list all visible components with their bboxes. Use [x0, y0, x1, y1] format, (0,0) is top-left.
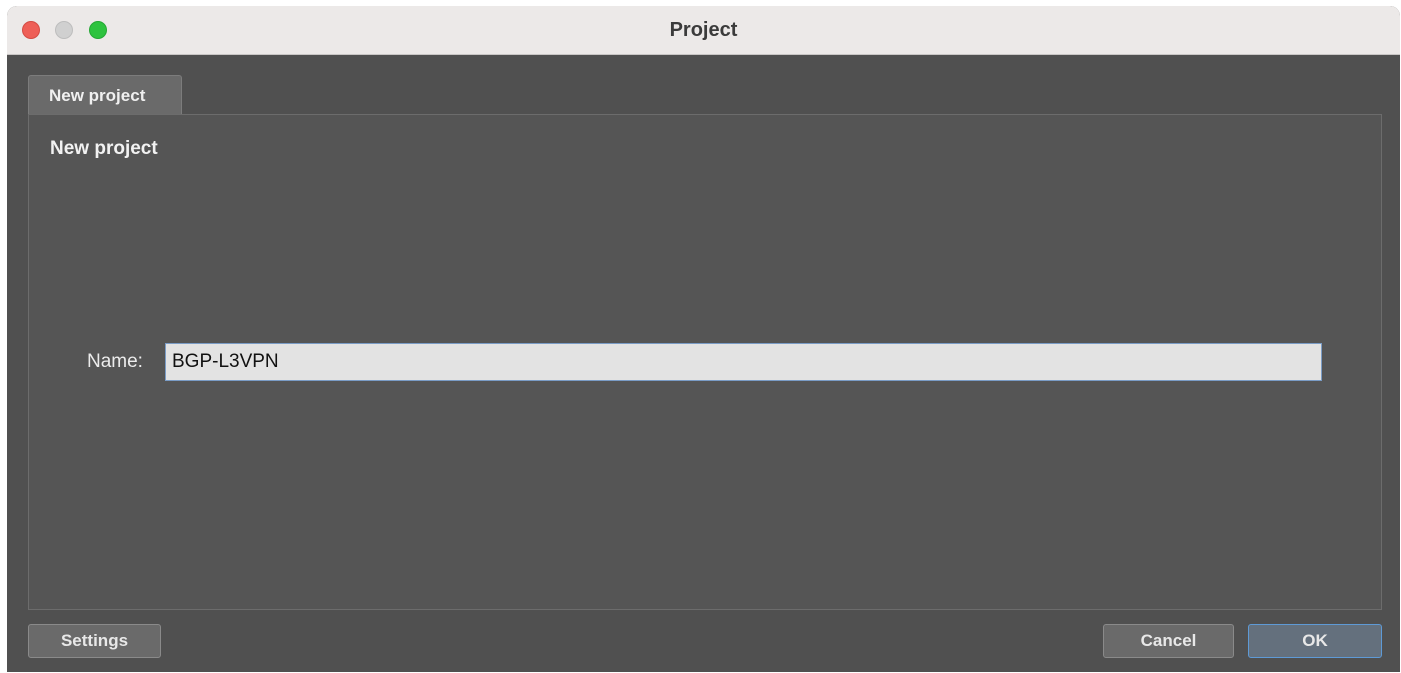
panel-heading: New project — [50, 138, 158, 159]
cancel-button[interactable]: Cancel — [1103, 624, 1234, 658]
window-title: Project — [669, 19, 738, 41]
project-dialog: Project New project New project Name: Se… — [7, 6, 1400, 672]
project-name-input[interactable] — [165, 343, 1322, 381]
tab-new-project[interactable]: New project — [28, 75, 182, 115]
name-label: Name: — [87, 351, 143, 372]
title-bar[interactable]: Project — [7, 6, 1400, 55]
ok-button[interactable]: OK — [1248, 624, 1382, 658]
new-project-panel: New project Name: — [28, 114, 1382, 610]
settings-button[interactable]: Settings — [28, 624, 161, 658]
